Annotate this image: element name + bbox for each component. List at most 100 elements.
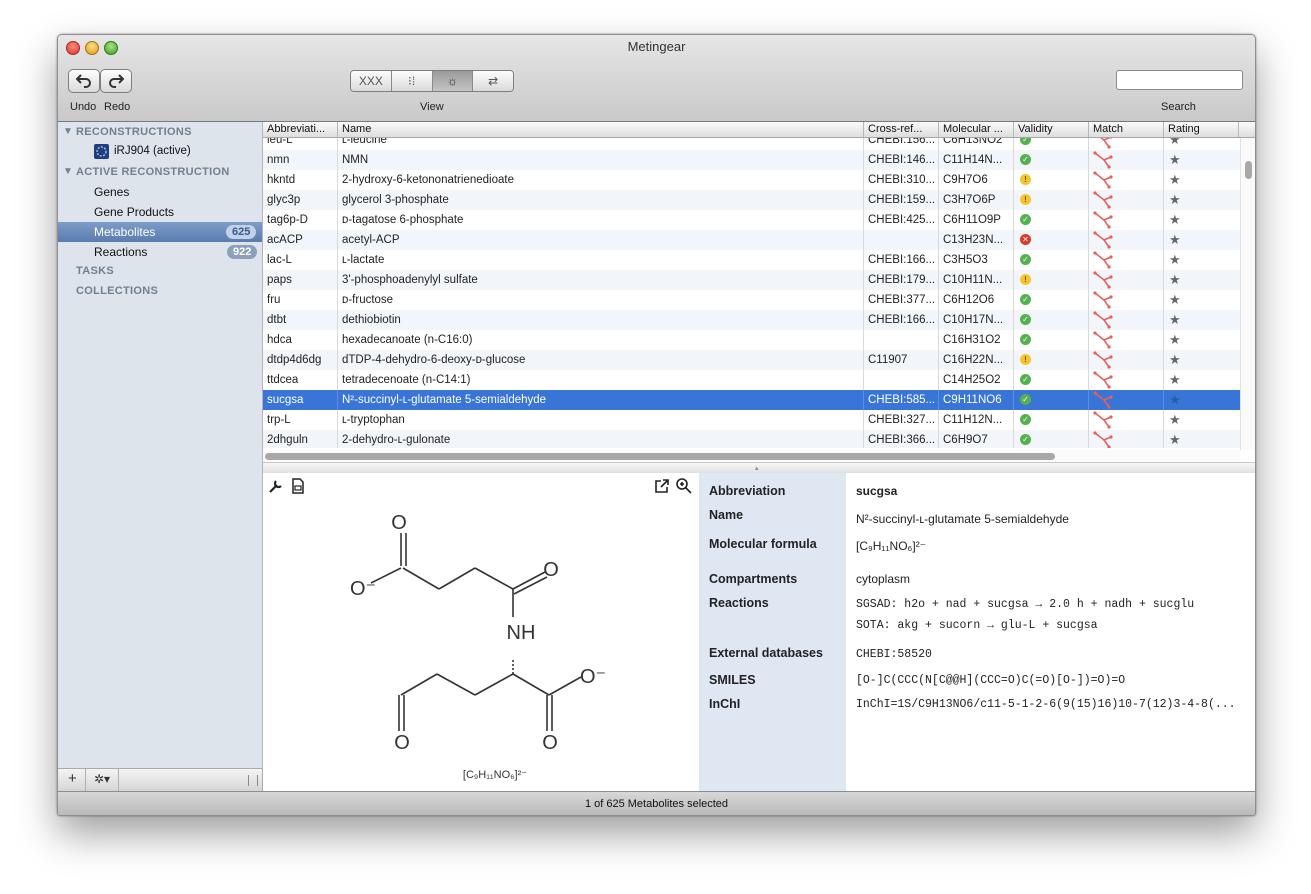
sidebar-item-metabolites[interactable]: Metabolites <box>94 225 155 239</box>
add-button[interactable]: + <box>68 770 77 787</box>
view-structure-button[interactable]: ☼ <box>432 71 474 91</box>
rating-star-icon[interactable]: ★ <box>1169 390 1181 410</box>
rating-star-icon[interactable]: ★ <box>1169 410 1181 430</box>
match-icon[interactable] <box>1093 230 1113 250</box>
table-row[interactable]: 2dhguln 2-dehydro-ʟ-gulonate CHEBI:366... C… <box>263 430 1240 448</box>
match-icon[interactable] <box>1093 290 1113 310</box>
match-icon[interactable] <box>1093 190 1113 210</box>
rating-star-icon[interactable]: ★ <box>1169 370 1181 390</box>
undo-button[interactable] <box>68 69 100 93</box>
name-value[interactable]: N²-succinyl-ʟ-glutamate 5-semialdehyde <box>856 512 1069 526</box>
match-icon[interactable] <box>1093 310 1113 330</box>
sidebar-section-active-reconstruction[interactable]: ACTIVE RECONSTRUCTION <box>76 166 230 178</box>
match-icon[interactable] <box>1093 270 1113 290</box>
smiles-value[interactable]: [O-]C(CCC(N[C@@H](CCC=O)C(=O)[O-])=O)=O <box>856 674 1125 687</box>
rating-star-icon[interactable]: ★ <box>1169 270 1181 290</box>
resize-grip-icon[interactable] <box>248 775 258 786</box>
rating-star-icon[interactable]: ★ <box>1169 150 1181 170</box>
scroll-thumb[interactable] <box>1245 161 1252 179</box>
abbreviation-value[interactable]: sucgsa <box>856 484 897 498</box>
vertical-scrollbar[interactable] <box>1240 138 1255 450</box>
column-header-rating[interactable]: Rating <box>1164 122 1239 137</box>
redo-button[interactable] <box>100 69 132 93</box>
rating-star-icon[interactable]: ★ <box>1169 230 1181 250</box>
table-row[interactable]: acACP acetyl-ACP C13H23N... ✕ ★ <box>263 230 1240 250</box>
table-row[interactable]: leu-L ʟ-leucine CHEBI:156... C6H13NO2 ✓ ★ <box>263 138 1240 150</box>
table-row[interactable]: ttdcea tetradecenoate (n-C14:1) C14H25O2 ✓ ★ <box>263 370 1240 390</box>
column-header-name[interactable]: Name <box>338 122 864 137</box>
reaction-sgsad[interactable]: SGSAD: h2o + nad + sucgsa → 2.0 h + nadh… <box>856 598 1194 611</box>
scroll-thumb[interactable] <box>265 453 1055 460</box>
sidebar-item-gene-products[interactable]: Gene Products <box>94 205 174 219</box>
column-header-formula[interactable]: Molecular ... <box>939 122 1014 137</box>
table-row[interactable]: nmn NMN CHEBI:146... C11H14N... ✓ ★ <box>263 150 1240 170</box>
inchi-value[interactable]: InChI=1S/C9H13NO6/c11-5-1-2-6(9(15)16)10… <box>856 698 1236 711</box>
column-divider <box>1163 330 1164 350</box>
cell-cross-ref: CHEBI:179... <box>868 274 936 286</box>
match-icon[interactable] <box>1093 210 1113 230</box>
external-databases-value[interactable]: CHEBI:58520 <box>856 648 932 661</box>
splitter-handle-icon[interactable]: ▴ <box>755 464 759 472</box>
view-label: View <box>420 101 444 113</box>
rating-star-icon[interactable]: ★ <box>1169 330 1181 350</box>
reaction-sota[interactable]: SOTA: akg + sucorn → glu-L + sucgsa <box>856 619 1098 632</box>
column-divider <box>1013 310 1014 330</box>
match-icon[interactable] <box>1093 410 1113 430</box>
view-sequence-button[interactable]: XXX <box>351 71 392 91</box>
disclosure-triangle-icon[interactable]: ▼ <box>63 166 73 177</box>
search-input[interactable] <box>1116 70 1243 90</box>
structure-panel: O O⁻ O NH O⁻ O O [C₉H₁₁NO₆]²⁻ <box>263 473 699 791</box>
rating-star-icon[interactable]: ★ <box>1169 170 1181 190</box>
match-icon[interactable] <box>1093 170 1113 190</box>
sidebar-item-genes[interactable]: Genes <box>94 185 129 199</box>
sidebar-section-collections[interactable]: COLLECTIONS <box>76 285 158 297</box>
column-divider <box>863 230 864 250</box>
horizontal-scrollbar[interactable] <box>263 450 1240 462</box>
warning-icon: ! <box>1020 174 1031 185</box>
match-icon[interactable] <box>1093 370 1113 390</box>
cell-formula: C16H31O2 <box>943 334 1001 346</box>
table-row[interactable]: dtbt dethiobiotin CHEBI:166... C10H17N... ✓ ★ <box>263 310 1240 330</box>
table-row[interactable]: trp-L ʟ-tryptophan CHEBI:327... C11H12N... ✓… <box>263 410 1240 430</box>
rating-star-icon[interactable]: ★ <box>1169 210 1181 230</box>
table-row[interactable]: hdca hexadecanoate (n-C16:0) C16H31O2 ✓ ★ <box>263 330 1240 350</box>
rating-star-icon[interactable]: ★ <box>1169 138 1181 150</box>
sidebar-item-reactions[interactable]: Reactions <box>94 245 147 259</box>
view-swap-button[interactable]: ⇄ <box>473 71 513 91</box>
sidebar-section-tasks[interactable]: TASKS <box>76 265 114 277</box>
gear-menu-button[interactable]: ✲▾ <box>94 772 110 786</box>
table-row[interactable]: dtdp4d6dg dTDP-4-dehydro-6-deoxy-ᴅ-glucos… <box>263 350 1240 370</box>
table-row[interactable]: tag6p-D ᴅ-tagatose 6-phosphate CHEBI:425..… <box>263 210 1240 230</box>
match-icon[interactable] <box>1093 330 1113 350</box>
column-header-cross-ref[interactable]: Cross-ref... <box>864 122 939 137</box>
match-icon[interactable] <box>1093 390 1113 410</box>
table-row[interactable]: glyc3p glycerol 3-phosphate CHEBI:159... C3… <box>263 190 1240 210</box>
rating-star-icon[interactable]: ★ <box>1169 310 1181 330</box>
cell-abbreviation: sucgsa <box>267 394 304 406</box>
match-icon[interactable] <box>1093 250 1113 270</box>
rating-star-icon[interactable]: ★ <box>1169 290 1181 310</box>
table-row[interactable]: paps 3'-phosphoadenylyl sulfate CHEBI:179.… <box>263 270 1240 290</box>
table-row[interactable]: lac-L ʟ-lactate CHEBI:166... C3H5O3 ✓ ★ <box>263 250 1240 270</box>
table-row[interactable]: fru ᴅ-fructose CHEBI:377... C6H12O6 ✓ ★ <box>263 290 1240 310</box>
rating-star-icon[interactable]: ★ <box>1169 190 1181 210</box>
rating-star-icon[interactable]: ★ <box>1169 250 1181 270</box>
valid-check-icon: ✓ <box>1020 414 1031 425</box>
match-icon[interactable] <box>1093 430 1113 448</box>
rating-star-icon[interactable]: ★ <box>1169 350 1181 370</box>
table-row[interactable]: hkntd 2-hydroxy-6-ketononatrienedioate CHE… <box>263 170 1240 190</box>
match-icon[interactable] <box>1093 150 1113 170</box>
molecular-formula-value[interactable]: [C₉H₁₁NO₆]²⁻ <box>856 539 926 553</box>
match-icon[interactable] <box>1093 350 1113 370</box>
table-row[interactable]: sucgsa N²-succinyl-ʟ-glutamate 5-semialde… <box>263 390 1240 410</box>
sidebar-item-irj904[interactable]: iRJ904 (active) <box>114 145 191 157</box>
match-icon[interactable] <box>1093 138 1113 150</box>
compartments-value[interactable]: cytoplasm <box>856 572 910 586</box>
disclosure-triangle-icon[interactable]: ▼ <box>63 126 73 137</box>
view-split-button[interactable]: ⁝⁞ <box>391 71 433 91</box>
rating-star-icon[interactable]: ★ <box>1169 430 1181 448</box>
column-header-abbreviation[interactable]: Abbreviati... <box>263 122 338 137</box>
column-header-match[interactable]: Match <box>1089 122 1164 137</box>
sidebar-section-reconstructions[interactable]: RECONSTRUCTIONS <box>76 126 192 138</box>
column-header-validity[interactable]: Validity <box>1014 122 1089 137</box>
